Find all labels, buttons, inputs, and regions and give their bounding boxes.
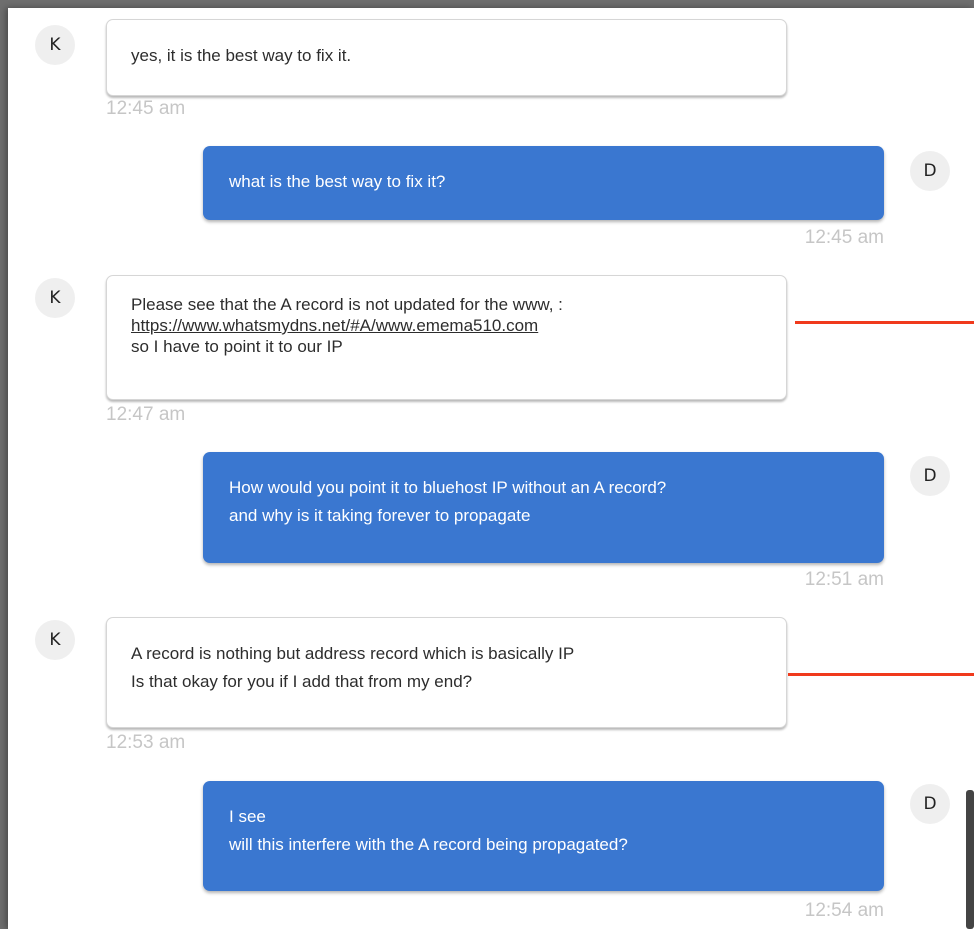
annotation-line <box>795 321 974 324</box>
message-timestamp: 12:45 am <box>106 98 186 119</box>
message-incoming: A record is nothing but address record w… <box>106 617 787 728</box>
message-outgoing: what is the best way to fix it? <box>203 146 884 220</box>
message-outgoing: I see will this interfere with the A rec… <box>203 781 884 891</box>
message-text: what is the best way to fix it? <box>229 172 446 191</box>
message-timestamp: 12:54 am <box>804 900 884 921</box>
message-text: will this interfere with the A record be… <box>229 835 628 854</box>
message-text: A record is nothing but address record w… <box>131 644 575 663</box>
message-text: and why is it taking forever to propagat… <box>229 506 531 525</box>
dns-check-link[interactable]: https://www.whatsmydns.net/#A/www.emema5… <box>131 315 762 336</box>
avatar-user: D <box>910 151 950 191</box>
message-text: Please see that the A record is not upda… <box>131 295 563 314</box>
annotation-line <box>788 673 974 676</box>
avatar-agent: K <box>35 278 75 318</box>
chat-panel: K yes, it is the best way to fix it. 12:… <box>8 8 974 929</box>
message-timestamp: 12:51 am <box>804 569 884 590</box>
message-timestamp: 12:47 am <box>106 404 186 425</box>
avatar-agent: K <box>35 25 75 65</box>
scrollbar-thumb[interactable] <box>966 790 974 929</box>
message-text: I see <box>229 807 266 826</box>
message-timestamp: 12:53 am <box>106 732 186 753</box>
message-outgoing: How would you point it to bluehost IP wi… <box>203 452 884 563</box>
message-incoming: yes, it is the best way to fix it. <box>106 19 787 96</box>
message-text: How would you point it to bluehost IP wi… <box>229 478 667 497</box>
avatar-user: D <box>910 784 950 824</box>
avatar-agent: K <box>35 620 75 660</box>
avatar-user: D <box>910 456 950 496</box>
message-incoming: Please see that the A record is not upda… <box>106 275 787 400</box>
message-text: Is that okay for you if I add that from … <box>131 672 473 691</box>
message-text: yes, it is the best way to fix it. <box>131 46 352 65</box>
message-timestamp: 12:45 am <box>804 227 884 248</box>
message-text: so I have to point it to our IP <box>131 337 343 356</box>
